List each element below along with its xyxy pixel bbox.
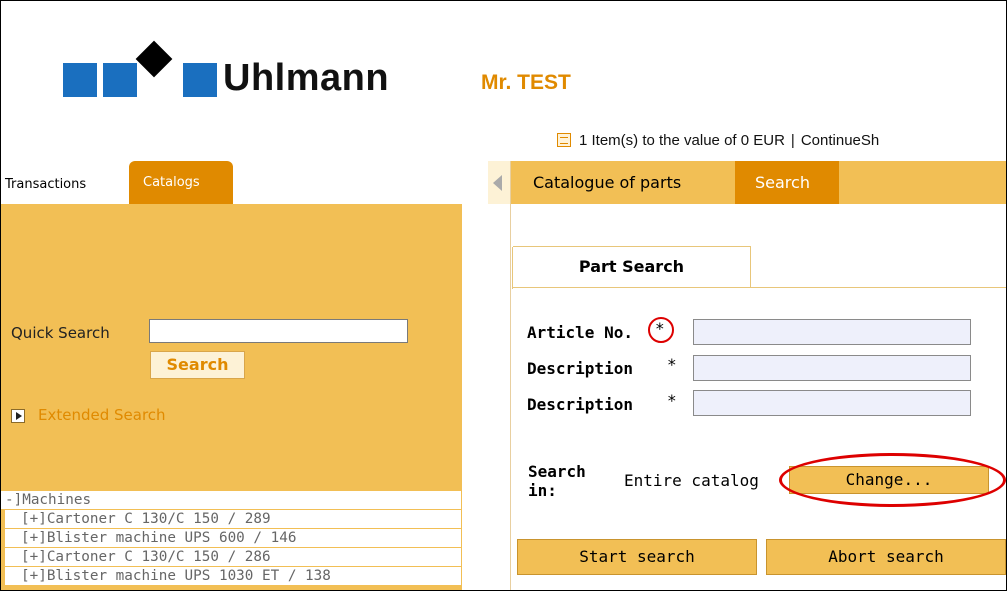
tree-item[interactable]: [+]Cartoner C 130/C 150 / 286	[5, 548, 461, 567]
tab-catalogue-of-parts[interactable]: Catalogue of parts	[511, 161, 733, 204]
tab-transactions[interactable]: Transactions	[1, 166, 123, 204]
tab-catalogs[interactable]: Catalogs	[129, 161, 233, 204]
description-input-2[interactable]	[693, 390, 971, 416]
uhlmann-logo: Uhlmann	[63, 40, 423, 101]
required-marker: *	[667, 355, 677, 374]
tree-item[interactable]: [+]Blister machine UPS 1030 ET / 138	[5, 567, 461, 586]
cart-icon[interactable]	[557, 133, 571, 147]
cart-summary-bar: 1 Item(s) to the value of 0 EUR | Continue…	[557, 132, 879, 149]
extended-search-link[interactable]: Extended Search	[11, 406, 166, 426]
cart-separator: |	[790, 132, 795, 149]
machine-tree: -]Machines [+]Cartoner C 130/C 150 / 289…	[1, 491, 461, 586]
article-no-input[interactable]	[693, 319, 971, 345]
tab-search[interactable]: Search	[735, 161, 839, 204]
collapse-panel-arrow-icon[interactable]	[488, 161, 510, 204]
cart-summary[interactable]: 1 Item(s) to the value of 0 EUR	[579, 132, 785, 149]
article-no-label: Article No.	[527, 323, 633, 342]
continue-shopping-link[interactable]: ContinueSh	[801, 132, 879, 149]
tree-root-machines[interactable]: -]Machines	[1, 491, 461, 510]
app-window: Uhlmann Mr. TEST 1 Item(s) to the value …	[0, 0, 1007, 591]
description-label: Description	[527, 359, 633, 378]
expand-arrow-icon[interactable]	[11, 409, 25, 423]
quick-search-input[interactable]	[149, 319, 408, 343]
logo-square-3	[183, 63, 217, 97]
panel-divider	[510, 161, 511, 590]
highlight-circle	[648, 317, 674, 343]
description-input[interactable]	[693, 355, 971, 381]
start-search-button[interactable]: Start search	[517, 539, 757, 575]
search-in-label: Search in:	[528, 462, 586, 500]
logo-square-2	[103, 63, 137, 97]
logo-square-1	[63, 63, 97, 97]
highlight-ellipse	[779, 453, 1006, 507]
abort-search-button[interactable]: Abort search	[766, 539, 1006, 575]
required-marker: *	[667, 391, 677, 410]
logo-diamond	[135, 40, 173, 78]
right-tab-bar: Catalogue of parts Search	[511, 161, 1006, 204]
quick-search-button[interactable]: Search	[150, 351, 245, 379]
extended-search-label[interactable]: Extended Search	[38, 406, 166, 424]
description-label-2: Description	[527, 395, 633, 414]
quick-search-label: Quick Search	[11, 324, 110, 342]
tree-item[interactable]: [+]Cartoner C 130/C 150 / 289	[5, 510, 461, 529]
user-name: Mr. TEST	[481, 71, 571, 94]
part-search-tab[interactable]: Part Search	[512, 246, 751, 289]
brand-name: Uhlmann	[223, 57, 390, 99]
part-search-divider	[513, 287, 1006, 288]
search-scope-value: Entire catalog	[624, 471, 759, 490]
tree-item[interactable]: [+]Blister machine UPS 600 / 146	[5, 529, 461, 548]
